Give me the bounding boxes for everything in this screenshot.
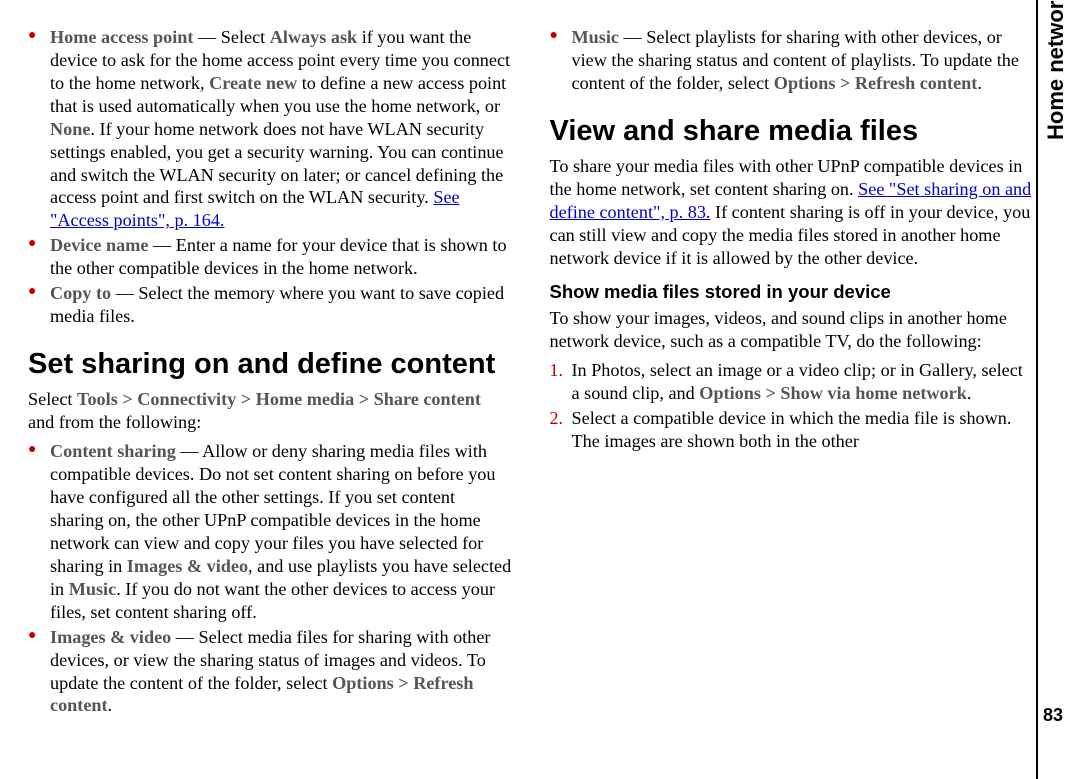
subheading-show-media: Show media files stored in your device — [550, 280, 1034, 303]
term: Images & video — [50, 627, 171, 647]
text: . — [977, 73, 982, 93]
step-item: In Photos, select an image or a video cl… — [572, 359, 1034, 405]
list-item: Music — Select playlists for sharing wit… — [572, 26, 1034, 95]
list-item: Content sharing — Allow or deny sharing … — [50, 440, 512, 623]
option: None — [50, 119, 90, 139]
step-item: Select a compatible device in which the … — [572, 407, 1034, 453]
term: Copy to — [50, 283, 111, 303]
term: Music — [572, 27, 620, 47]
text: . — [967, 383, 972, 403]
list-item: Device name — Enter a name for your devi… — [50, 234, 512, 280]
paragraph: To share your media files with other UPn… — [550, 155, 1034, 270]
text: — Select the memory where you want to sa… — [50, 283, 504, 326]
lead-paragraph: Select Tools > Connectivity > Home media… — [28, 388, 512, 434]
term: Home access point — [50, 27, 193, 47]
option: Create new — [209, 73, 297, 93]
menu-path: Options > Refresh content — [774, 73, 978, 93]
heading-set-sharing: Set sharing on and define content — [28, 348, 512, 380]
paragraph: To show your images, videos, and sound c… — [550, 307, 1034, 353]
text: . — [108, 695, 113, 715]
menu-path: Images & video — [127, 556, 248, 576]
text: Select a compatible device in which the … — [572, 408, 1012, 451]
menu-path: Music — [69, 579, 117, 599]
list-item: Copy to — Select the memory where you wa… — [50, 282, 512, 328]
term: Content sharing — [50, 441, 176, 461]
menu-path: Options > Show via home network — [699, 383, 967, 403]
list-item: Home access point — Select Always ask if… — [50, 26, 512, 232]
settings-list-1: Home access point — Select Always ask if… — [28, 26, 512, 328]
page-number: 83 — [1043, 705, 1063, 726]
side-tab-label: Home network — [1043, 0, 1069, 140]
menu-path: Tools > Connectivity > Home media > Shar… — [77, 389, 481, 409]
steps-list: In Photos, select an image or a video cl… — [550, 359, 1034, 453]
text: and from the following: — [28, 412, 201, 432]
text: . If you do not want the other devices t… — [50, 579, 495, 622]
heading-view-share: View and share media files — [550, 115, 1034, 147]
option: Always ask — [270, 27, 357, 47]
term: Device name — [50, 235, 148, 255]
side-rule — [1036, 0, 1038, 779]
list-item: Images & video — Select media files for … — [50, 626, 512, 718]
page-body: Home access point — Select Always ask if… — [28, 26, 1033, 750]
text: — Select — [193, 27, 269, 47]
text: Select — [28, 389, 77, 409]
